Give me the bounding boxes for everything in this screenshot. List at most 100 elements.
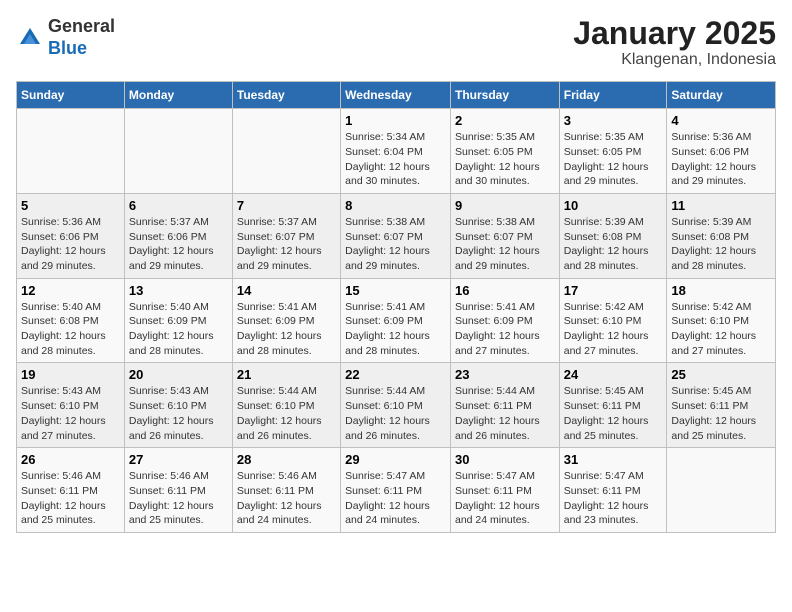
calendar-cell: 24Sunrise: 5:45 AMSunset: 6:11 PMDayligh… [559, 363, 667, 448]
day-info: Sunrise: 5:41 AM [237, 300, 336, 315]
day-info: Daylight: 12 hours and 30 minutes. [455, 160, 555, 189]
day-number: 30 [455, 452, 555, 467]
calendar-week-1: 1Sunrise: 5:34 AMSunset: 6:04 PMDaylight… [17, 109, 776, 194]
day-info: Daylight: 12 hours and 29 minutes. [564, 160, 663, 189]
calendar-week-4: 19Sunrise: 5:43 AMSunset: 6:10 PMDayligh… [17, 363, 776, 448]
day-number: 21 [237, 367, 336, 382]
day-info: Daylight: 12 hours and 24 minutes. [237, 499, 336, 528]
day-info: Sunrise: 5:37 AM [129, 215, 228, 230]
day-info: Daylight: 12 hours and 28 minutes. [345, 329, 446, 358]
day-info: Daylight: 12 hours and 28 minutes. [564, 244, 663, 273]
day-info: Sunrise: 5:41 AM [455, 300, 555, 315]
day-info: Daylight: 12 hours and 25 minutes. [129, 499, 228, 528]
day-info: Sunset: 6:11 PM [345, 484, 446, 499]
logo-text: General Blue [48, 16, 115, 59]
day-number: 10 [564, 198, 663, 213]
day-info: Sunrise: 5:47 AM [564, 469, 663, 484]
day-info: Sunrise: 5:35 AM [564, 130, 663, 145]
day-number: 6 [129, 198, 228, 213]
day-info: Daylight: 12 hours and 25 minutes. [21, 499, 120, 528]
weekday-header-friday: Friday [559, 82, 667, 109]
day-info: Sunrise: 5:42 AM [564, 300, 663, 315]
day-info: Sunset: 6:11 PM [671, 399, 771, 414]
day-info: Sunset: 6:07 PM [455, 230, 555, 245]
day-info: Sunset: 6:07 PM [345, 230, 446, 245]
day-info: Sunrise: 5:38 AM [345, 215, 446, 230]
day-info: Sunset: 6:11 PM [564, 399, 663, 414]
day-info: Sunrise: 5:39 AM [671, 215, 771, 230]
day-number: 23 [455, 367, 555, 382]
day-info: Daylight: 12 hours and 26 minutes. [455, 414, 555, 443]
weekday-header-thursday: Thursday [450, 82, 559, 109]
day-number: 7 [237, 198, 336, 213]
weekday-header-wednesday: Wednesday [341, 82, 451, 109]
calendar-cell: 8Sunrise: 5:38 AMSunset: 6:07 PMDaylight… [341, 193, 451, 278]
day-info: Sunset: 6:09 PM [345, 314, 446, 329]
calendar-cell: 2Sunrise: 5:35 AMSunset: 6:05 PMDaylight… [450, 109, 559, 194]
day-info: Sunset: 6:11 PM [455, 399, 555, 414]
day-info: Daylight: 12 hours and 27 minutes. [455, 329, 555, 358]
day-info: Daylight: 12 hours and 26 minutes. [129, 414, 228, 443]
day-info: Sunset: 6:10 PM [129, 399, 228, 414]
day-info: Sunrise: 5:38 AM [455, 215, 555, 230]
day-number: 3 [564, 113, 663, 128]
day-number: 24 [564, 367, 663, 382]
day-info: Sunrise: 5:43 AM [21, 384, 120, 399]
day-number: 12 [21, 283, 120, 298]
day-info: Daylight: 12 hours and 27 minutes. [671, 329, 771, 358]
day-number: 16 [455, 283, 555, 298]
day-number: 11 [671, 198, 771, 213]
day-info: Sunset: 6:10 PM [345, 399, 446, 414]
day-info: Sunset: 6:11 PM [564, 484, 663, 499]
day-info: Sunset: 6:11 PM [455, 484, 555, 499]
calendar-cell: 21Sunrise: 5:44 AMSunset: 6:10 PMDayligh… [232, 363, 340, 448]
calendar-cell: 11 Sunrise: 5:39 AMSunset: 6:08 PMDayligh… [667, 193, 776, 278]
logo-icon [16, 24, 44, 52]
day-info: Sunset: 6:10 PM [21, 399, 120, 414]
page-title: January 2025 [573, 16, 776, 51]
calendar-cell: 25Sunrise: 5:45 AMSunset: 6:11 PMDayligh… [667, 363, 776, 448]
logo-blue: Blue [48, 38, 87, 58]
day-info: Sunrise: 5:44 AM [345, 384, 446, 399]
day-number: 9 [455, 198, 555, 213]
day-info: Sunrise: 5:46 AM [21, 469, 120, 484]
weekday-header-monday: Monday [124, 82, 232, 109]
weekday-header-tuesday: Tuesday [232, 82, 340, 109]
calendar-week-3: 12Sunrise: 5:40 AMSunset: 6:08 PMDayligh… [17, 278, 776, 363]
day-info: Sunrise: 5:46 AM [237, 469, 336, 484]
day-info: Sunset: 6:11 PM [129, 484, 228, 499]
day-number: 26 [21, 452, 120, 467]
calendar-cell [232, 109, 340, 194]
day-info: Daylight: 12 hours and 25 minutes. [671, 414, 771, 443]
day-info: Daylight: 12 hours and 28 minutes. [21, 329, 120, 358]
day-info: Daylight: 12 hours and 24 minutes. [455, 499, 555, 528]
calendar-cell [17, 109, 125, 194]
day-info: Daylight: 12 hours and 29 minutes. [455, 244, 555, 273]
day-info: Sunrise: 5:34 AM [345, 130, 446, 145]
day-info: Sunrise: 5:35 AM [455, 130, 555, 145]
day-info: Daylight: 12 hours and 28 minutes. [129, 329, 228, 358]
day-info: Daylight: 12 hours and 28 minutes. [671, 244, 771, 273]
day-info: Sunrise: 5:44 AM [237, 384, 336, 399]
day-info: Daylight: 12 hours and 24 minutes. [345, 499, 446, 528]
day-number: 28 [237, 452, 336, 467]
day-number: 25 [671, 367, 771, 382]
day-info: Sunset: 6:10 PM [237, 399, 336, 414]
day-number: 20 [129, 367, 228, 382]
day-number: 8 [345, 198, 446, 213]
day-info: Sunrise: 5:47 AM [345, 469, 446, 484]
day-info: Sunrise: 5:39 AM [564, 215, 663, 230]
day-number: 1 [345, 113, 446, 128]
day-info: Sunset: 6:08 PM [671, 230, 771, 245]
day-info: Sunrise: 5:37 AM [237, 215, 336, 230]
day-number: 4 [671, 113, 771, 128]
day-info: Sunrise: 5:40 AM [129, 300, 228, 315]
calendar-cell: 5Sunrise: 5:36 AMSunset: 6:06 PMDaylight… [17, 193, 125, 278]
day-number: 17 [564, 283, 663, 298]
calendar-cell: 31Sunrise: 5:47 AMSunset: 6:11 PMDayligh… [559, 448, 667, 533]
day-number: 27 [129, 452, 228, 467]
day-info: Sunset: 6:10 PM [671, 314, 771, 329]
weekday-header-saturday: Saturday [667, 82, 776, 109]
day-info: Sunset: 6:11 PM [237, 484, 336, 499]
day-info: Sunrise: 5:36 AM [21, 215, 120, 230]
